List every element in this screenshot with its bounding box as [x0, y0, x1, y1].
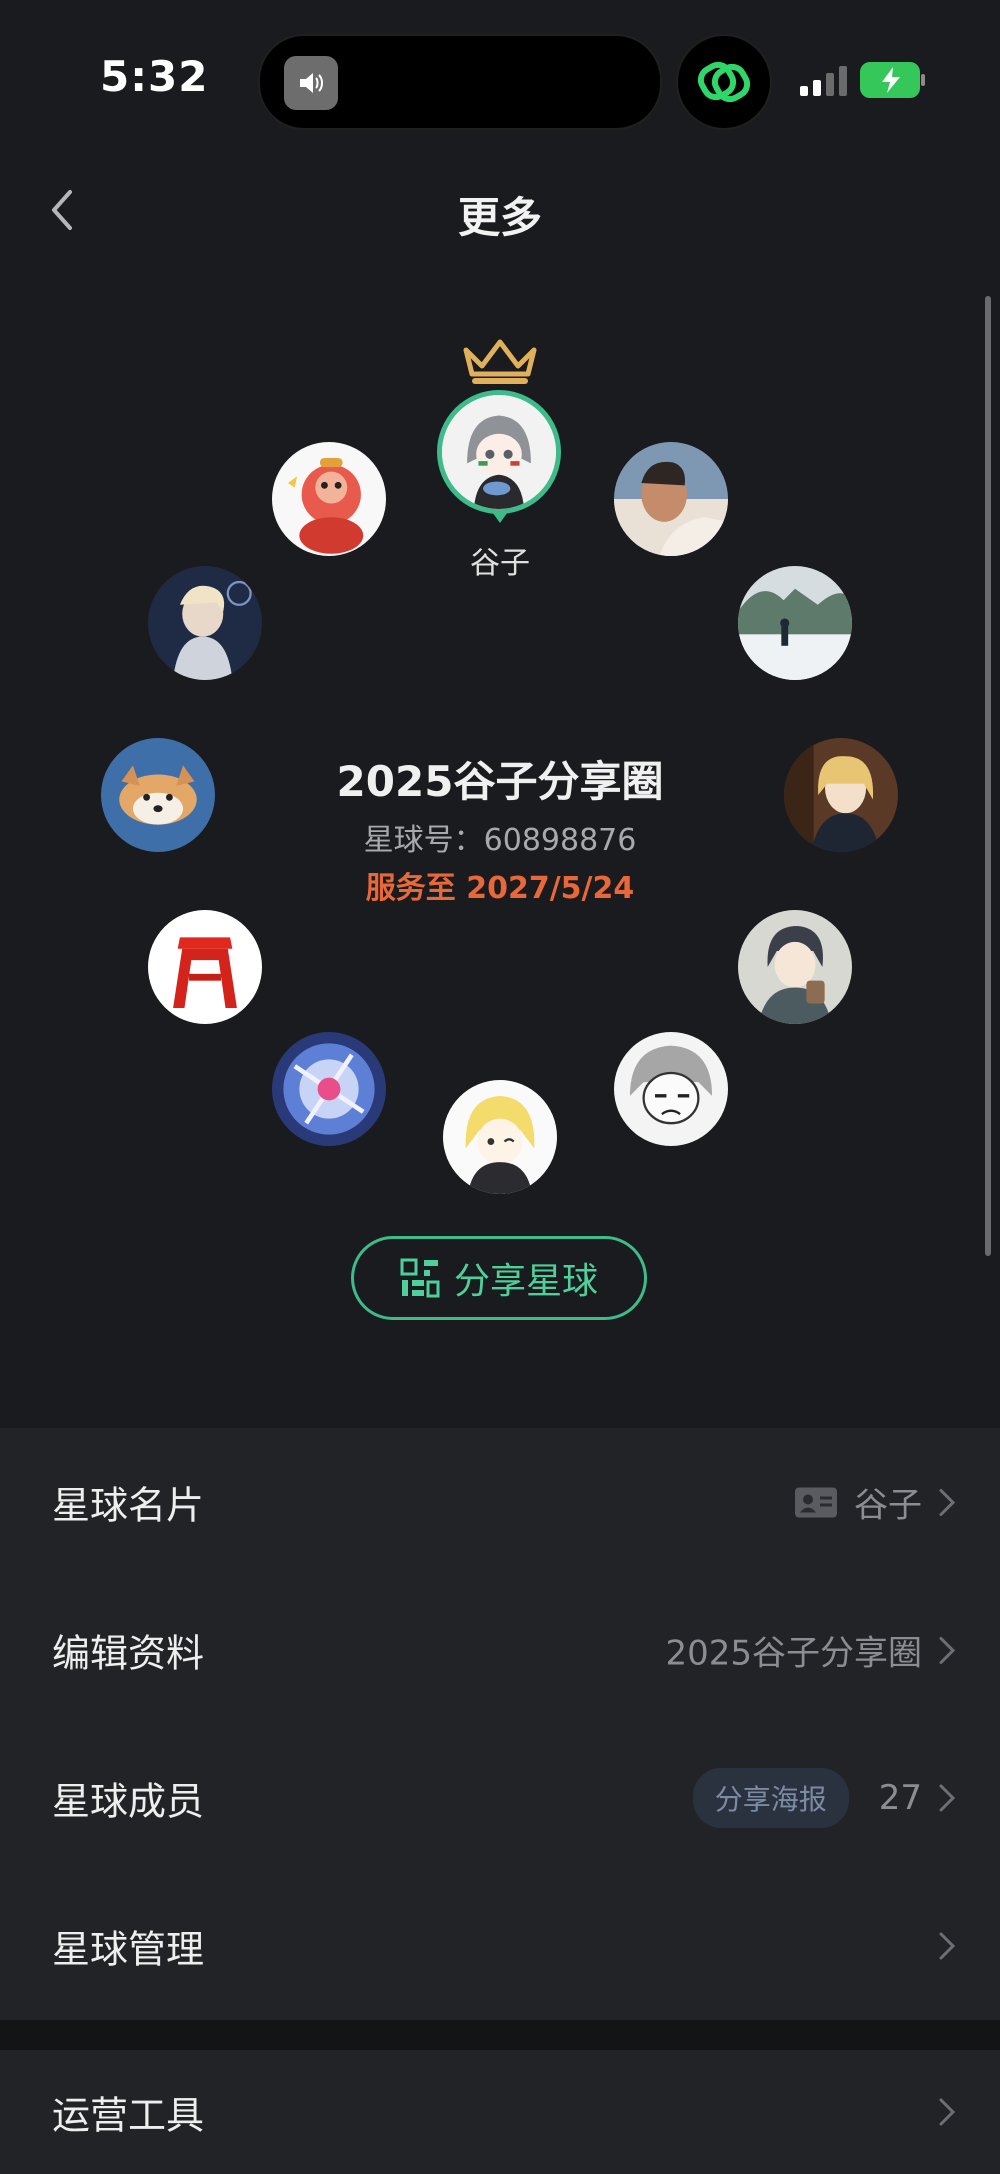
- chevron-right-icon: [939, 1636, 956, 1664]
- menu-row-members[interactable]: 星球成员 分享海报 27: [0, 1724, 1000, 1872]
- menu-value: 2025谷子分享圈: [665, 1633, 922, 1674]
- volume-icon: [284, 56, 338, 110]
- section-divider: [0, 2020, 1000, 2050]
- chevron-right-icon: [939, 1784, 956, 1812]
- chevron-right-icon: [939, 2098, 956, 2126]
- battery-icon: [860, 62, 925, 98]
- member-avatar[interactable]: [148, 910, 262, 1024]
- share-planet-button[interactable]: 分享星球: [351, 1236, 647, 1320]
- planet-name: 2025谷子分享圈: [336, 757, 664, 806]
- member-avatar[interactable]: [614, 442, 728, 556]
- menu-label: 星球管理: [52, 1927, 205, 1972]
- share-planet-label: 分享星球: [453, 1261, 598, 1302]
- member-avatar[interactable]: [272, 1032, 386, 1146]
- member-avatar[interactable]: [148, 566, 262, 680]
- share-poster-button[interactable]: 分享海报: [692, 1768, 849, 1828]
- menu-row-edit-profile[interactable]: 编辑资料 2025谷子分享圈: [0, 1576, 1000, 1724]
- owner-pointer: [490, 509, 510, 523]
- member-avatar[interactable]: [738, 910, 852, 1024]
- member-avatar[interactable]: [614, 1032, 728, 1146]
- member-avatar[interactable]: [738, 566, 852, 680]
- chevron-right-icon: [939, 1932, 956, 1960]
- id-card-icon: [795, 1487, 837, 1517]
- member-avatar[interactable]: [272, 442, 386, 556]
- menu-label: 运营工具: [52, 2093, 205, 2138]
- menu-label: 星球成员: [52, 1779, 205, 1824]
- planet-id: 星球号：60898876: [363, 823, 637, 858]
- status-time: 5:32: [100, 52, 209, 101]
- settings-list: 星球名片 谷子 编辑资料 2025谷子分享圈 星球成员 分享海报 27 星球管理: [0, 1428, 1000, 2020]
- menu-label: 星球名片: [52, 1483, 205, 1528]
- menu-row-ops-tools[interactable]: 运营工具: [0, 2050, 1000, 2174]
- menu-row-card[interactable]: 星球名片 谷子: [0, 1428, 1000, 1576]
- menu-value: 谷子: [854, 1485, 922, 1526]
- service-expiry: 服务至 2027/5/24: [365, 871, 635, 906]
- owner-avatar[interactable]: [437, 390, 561, 514]
- member-avatar[interactable]: [443, 1080, 557, 1194]
- crown-icon: [463, 339, 537, 384]
- page-title: 更多: [457, 193, 542, 242]
- chevron-right-icon: [939, 1488, 956, 1516]
- link-app-icon[interactable]: [676, 34, 772, 130]
- menu-label: 编辑资料: [52, 1631, 205, 1676]
- owner-name: 谷子: [470, 546, 530, 581]
- signal-icon: [800, 66, 847, 96]
- menu-row-manage[interactable]: 星球管理: [0, 1872, 1000, 2020]
- qr-code-icon: [400, 1258, 440, 1298]
- member-count: 27: [878, 1778, 922, 1818]
